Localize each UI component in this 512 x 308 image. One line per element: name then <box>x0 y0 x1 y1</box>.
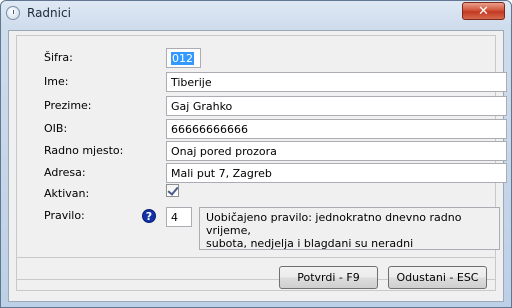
aktivan-label: Aktivan: <box>44 187 90 200</box>
pravilo-field[interactable]: 4 <box>166 207 192 227</box>
title-bar[interactable]: Radnici ✕ <box>1 1 511 27</box>
radno-mjesto-label: Radno mjesto: <box>44 144 124 157</box>
cancel-button[interactable]: Odustani - ESC <box>388 266 487 289</box>
button-bar: Potvrdi - F9 Odustani - ESC <box>16 257 496 291</box>
prezime-field[interactable]: Gaj Grahko <box>166 96 507 116</box>
oib-field[interactable]: 66666666666 <box>166 119 507 139</box>
ime-label: Ime: <box>44 75 69 88</box>
ime-field[interactable]: Tiberije <box>166 72 507 92</box>
close-button[interactable]: ✕ <box>462 2 505 20</box>
radno-mjesto-field[interactable]: Onaj pored prozora <box>166 141 507 161</box>
content-panel: Šifra: 012 Ime: Tiberije Prezime: Gaj Gr… <box>8 30 507 302</box>
window-title: Radnici <box>27 6 71 20</box>
sifra-field[interactable]: 012 <box>166 48 201 68</box>
pravilo-description-line2: subota, nedjelja i blagdani su neradni <box>206 237 414 250</box>
pravilo-description-line1: Uobičajeno pravilo: jednokratno dnevno r… <box>206 211 462 237</box>
question-icon[interactable]: ? <box>142 209 156 223</box>
prezime-label: Prezime: <box>44 99 92 112</box>
adresa-field[interactable]: Mali put 7, Zagreb <box>166 163 507 183</box>
sifra-value: 012 <box>171 52 194 65</box>
form-group: Šifra: 012 Ime: Tiberije Prezime: Gaj Gr… <box>16 35 507 280</box>
clock-icon <box>6 6 20 20</box>
oib-label: OIB: <box>44 122 68 135</box>
adresa-label: Adresa: <box>44 166 86 179</box>
confirm-button[interactable]: Potvrdi - F9 <box>279 266 378 289</box>
pravilo-label: Pravilo: <box>44 209 85 222</box>
pravilo-description: Uobičajeno pravilo: jednokratno dnevno r… <box>199 207 500 250</box>
aktivan-checkbox[interactable] <box>166 184 179 197</box>
dialog-window: Radnici ✕ Šifra: 012 Ime: Tiberije Prezi… <box>0 0 512 308</box>
sifra-label: Šifra: <box>44 51 73 64</box>
